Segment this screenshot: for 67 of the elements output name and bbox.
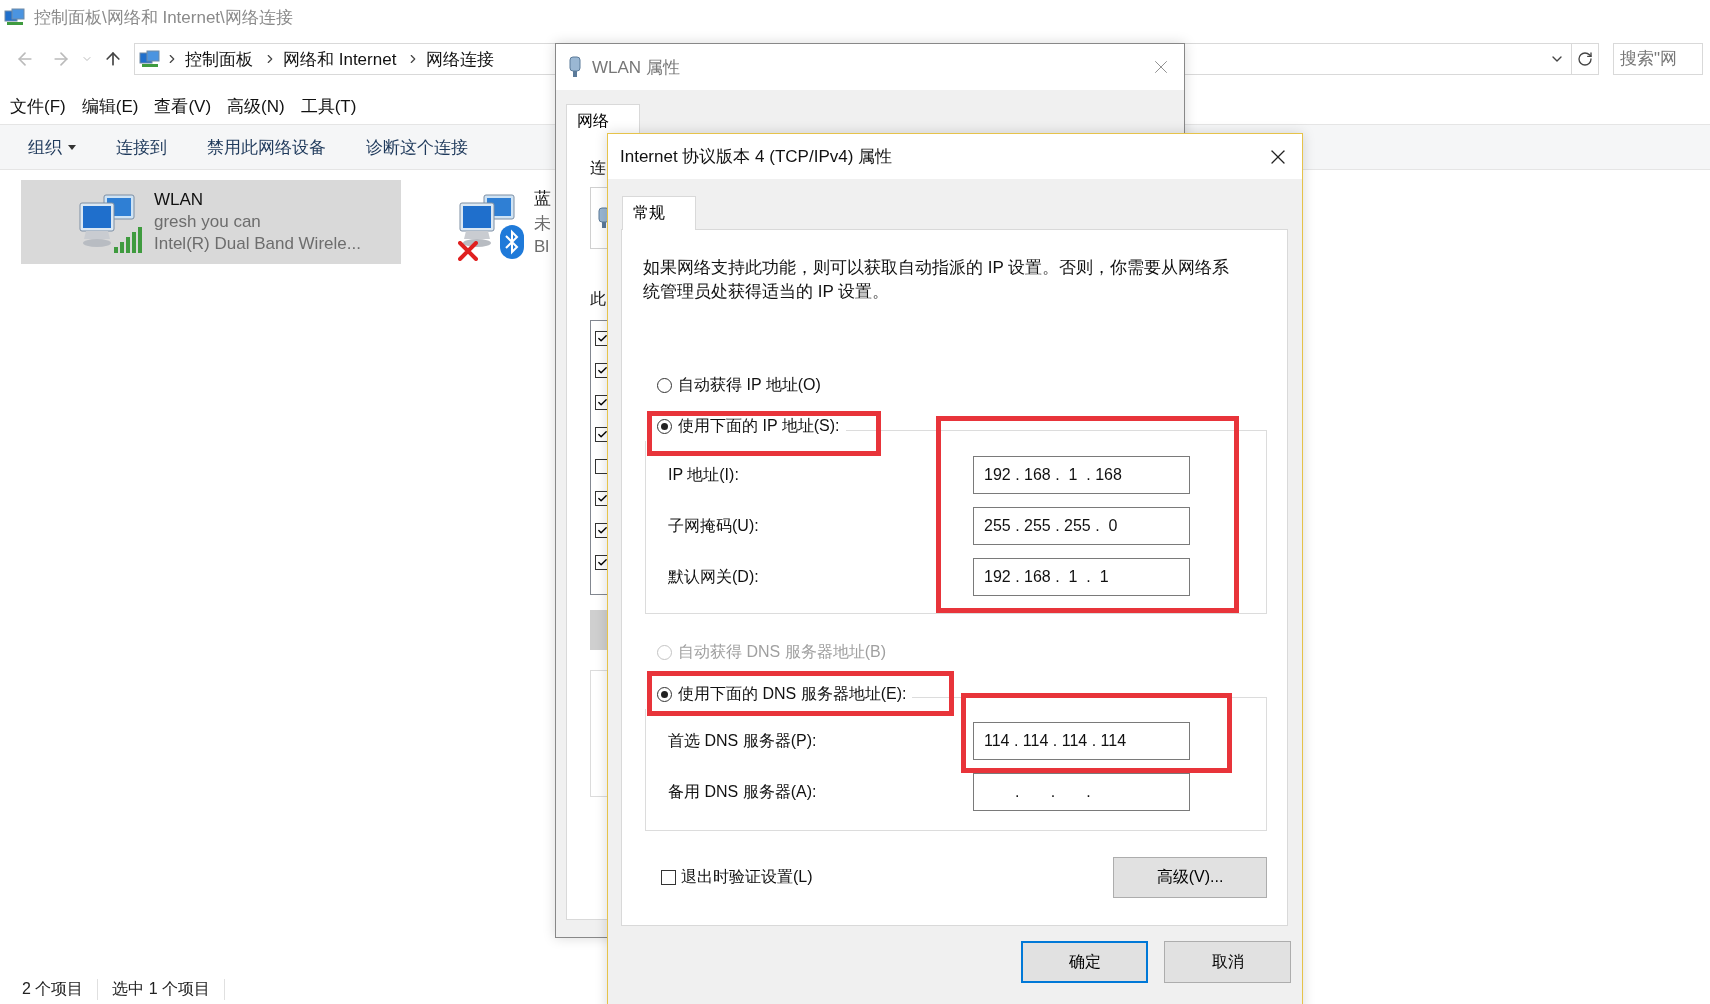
caret-icon [68, 144, 76, 150]
field-label: 连 [590, 158, 606, 178]
radio-label: 使用下面的 DNS 服务器地址(E): [678, 683, 907, 704]
radio-label: 使用下面的 IP 地址(S): [678, 415, 840, 436]
checkmark-icon [597, 557, 608, 568]
radio-button[interactable] [657, 377, 672, 393]
connection-device: Bl [533, 237, 551, 257]
signal-bars-icon [114, 227, 144, 253]
description-text: 如果网络支持此功能，则可以获取自动指派的 IP 设置。否则，你需要从网络系统管理员处获得适当的 IP 设置。 [643, 257, 1231, 303]
dialog-title: WLAN 属性 [592, 56, 681, 79]
field-label: 此 [590, 289, 606, 309]
dialog-button[interactable]: 取消 [1164, 941, 1291, 983]
connection-status: 未 [533, 213, 551, 235]
connection-device: Intel(R) Dual Band Wirele... [154, 234, 361, 254]
menu-item[interactable]: 工具(T) [300, 94, 357, 118]
error-x-icon [457, 241, 478, 261]
toolbar-button[interactable]: 组织 [14, 131, 90, 163]
ip-address-field[interactable]: 192 . 168 . 1 . 1 [973, 558, 1190, 596]
connection-status: gresh you can [154, 212, 262, 232]
advanced-button[interactable]: 高级(V)... [1113, 857, 1267, 898]
tab[interactable]: 常规 [622, 196, 696, 230]
radio-label: 自动获得 DNS 服务器地址(B) [678, 641, 886, 662]
menu-item[interactable]: 文件(F) [10, 94, 66, 118]
connection-name: WLAN [154, 190, 205, 210]
field-label: 子网掩码(U): [668, 515, 760, 536]
dialog-title: Internet 协议版本 4 (TCP/IPv4) 属性 [620, 146, 894, 168]
field-label: 首选 DNS 服务器(P): [668, 730, 818, 751]
checkbox-label: 退出时验证设置(L) [681, 867, 813, 887]
connection-name: 蓝 [533, 188, 551, 210]
checkbox[interactable] [661, 870, 676, 885]
search-field[interactable]: 搜索"网 [1613, 43, 1703, 75]
status-text: 选中 1 个项目 [112, 978, 226, 1000]
bluetooth-icon [499, 225, 524, 259]
dialog-button[interactable]: 确定 [1021, 941, 1148, 983]
radio-button[interactable] [657, 418, 672, 434]
menu-item[interactable]: 编辑(E) [81, 94, 139, 118]
toolbar-button[interactable]: 连接到 [102, 131, 181, 163]
connection-item[interactable]: WLAN gresh you can Intel(R) Dual Band Wirele... [21, 180, 401, 264]
field-label: 备用 DNS 服务器(A): [668, 781, 818, 802]
field-label: 默认网关(D): [668, 566, 760, 587]
ip-address-field[interactable]: 255 . 255 . 255 . 0 [973, 507, 1190, 545]
menu-item[interactable]: 查看(V) [154, 94, 212, 118]
breadcrumb-item[interactable]: 网络连接 [420, 47, 501, 71]
network-folder-icon [4, 8, 26, 26]
toolbar-button[interactable]: 禁用此网络设备 [193, 131, 340, 163]
breadcrumb-item[interactable]: 控制面板 [179, 47, 259, 71]
radio-label: 自动获得 IP 地址(O) [678, 374, 821, 395]
tab[interactable]: 网络 [566, 104, 640, 138]
ip-address-field[interactable]: 192 . 168 . 1 . 168 [973, 456, 1190, 494]
connection-item[interactable]: 蓝 未 Bl [400, 180, 551, 264]
menu-item[interactable]: 高级(N) [227, 94, 285, 118]
ip-address-field[interactable]: . . . [973, 773, 1190, 811]
toolbar-button[interactable]: 诊断这个连接 [352, 131, 482, 163]
checkmark-icon [597, 493, 608, 504]
network-folder-icon [139, 50, 161, 68]
field-label: IP 地址(I): [668, 464, 740, 485]
status-text: 2 个项目 [22, 978, 99, 1000]
checkmark-icon [597, 525, 608, 536]
checkmark-icon [597, 397, 608, 408]
window-title: 控制面板\网络和 Internet\网络连接 [34, 6, 293, 29]
checkmark-icon [597, 429, 608, 440]
checkmark-icon [597, 365, 608, 376]
ip-address-field[interactable]: 114 . 114 . 114 . 114 [973, 722, 1190, 760]
network-adapter-icon [568, 56, 582, 78]
breadcrumb-item[interactable]: 网络和 Internet [277, 47, 403, 71]
radio-button[interactable] [657, 686, 672, 702]
checkmark-icon [597, 333, 608, 344]
